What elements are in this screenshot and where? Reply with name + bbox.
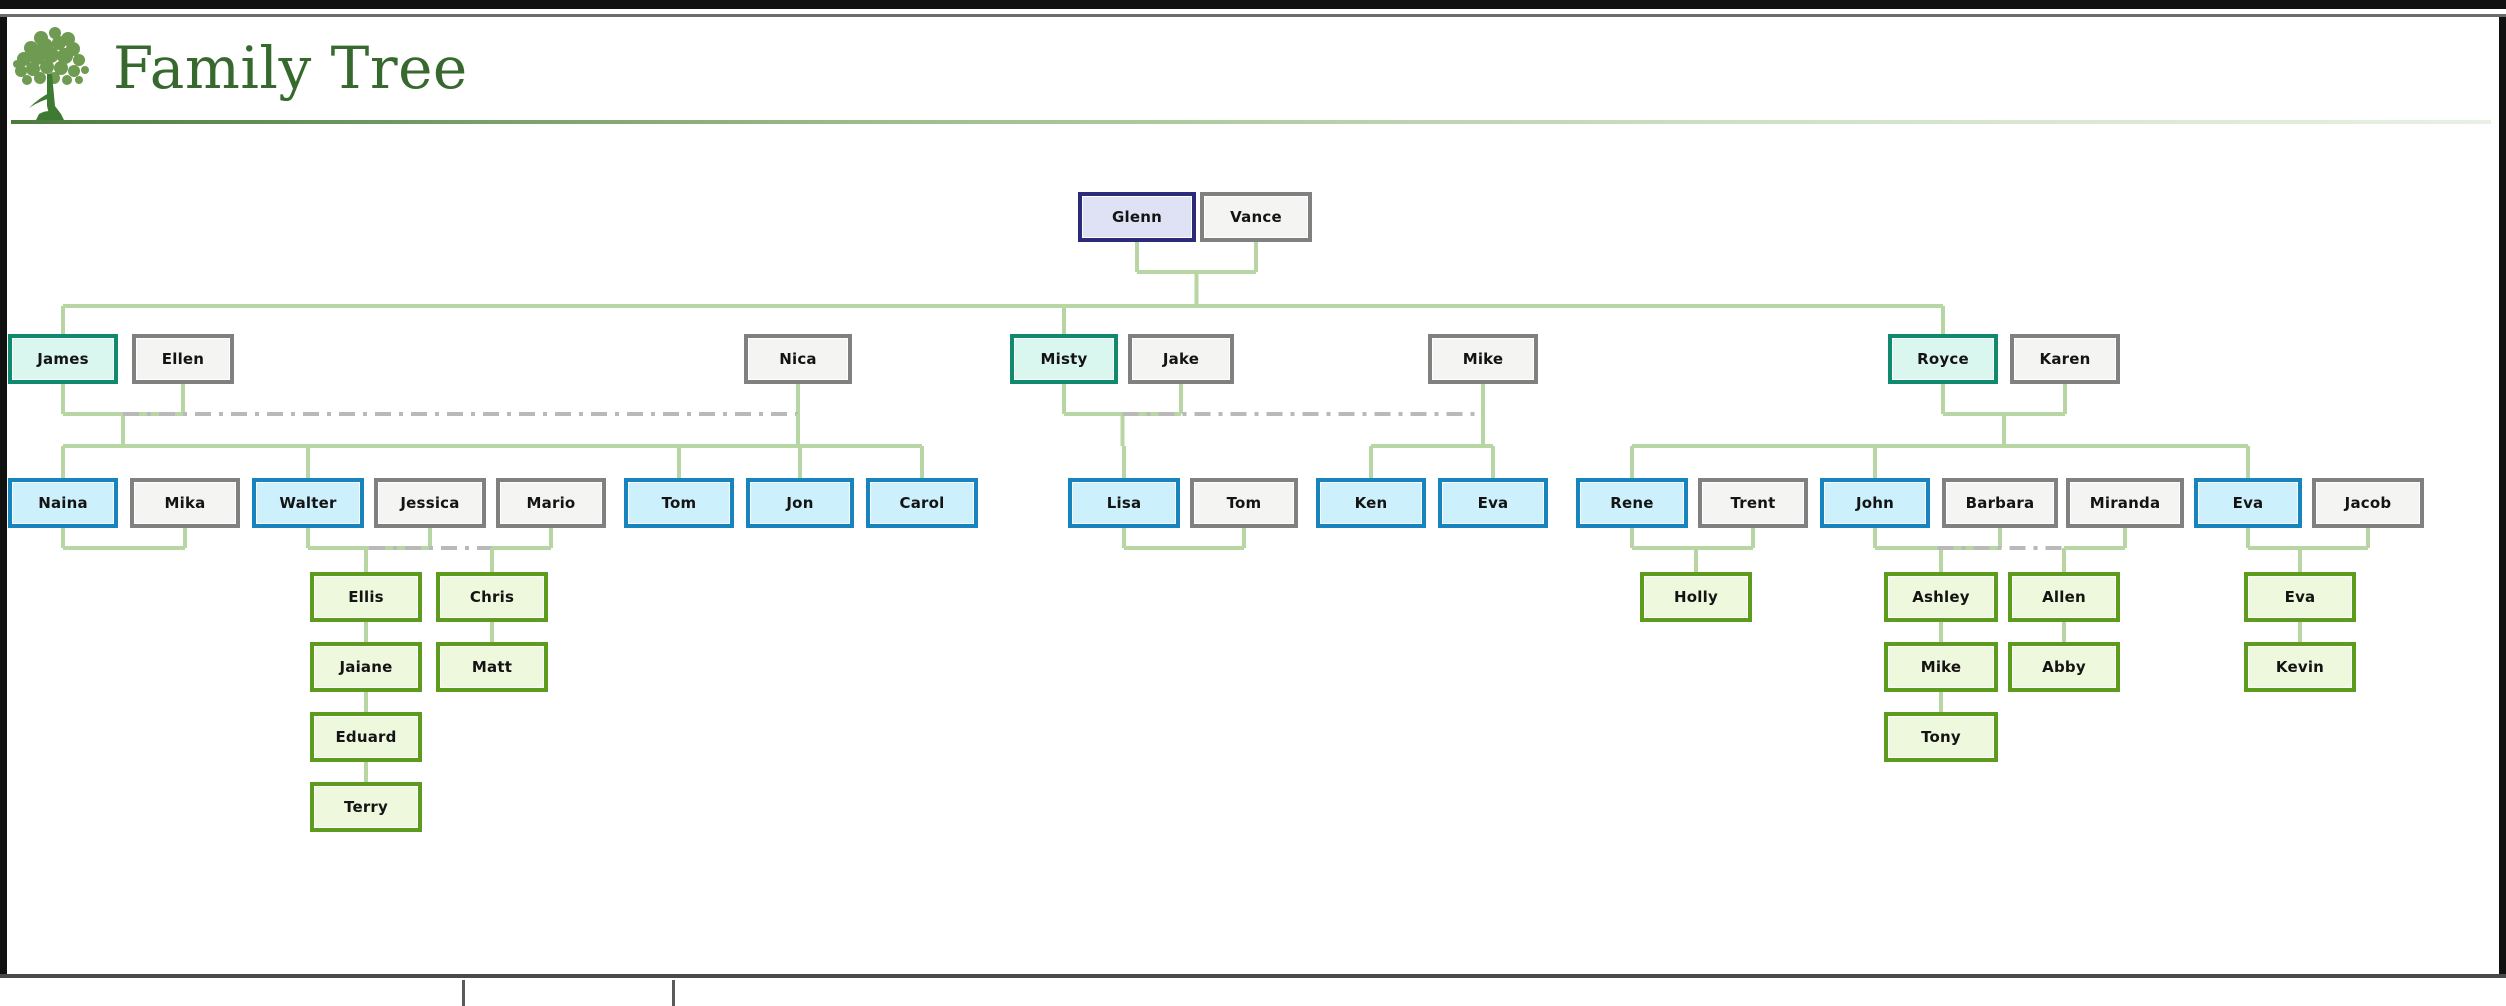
person-node-john[interactable]: John [1820,478,1930,528]
person-name-label: Lisa [1107,494,1142,512]
person-node-terry[interactable]: Terry [310,782,422,832]
person-name-label: Mario [527,494,576,512]
person-node-tom1[interactable]: Tom [624,478,734,528]
person-name-label: Glenn [1112,208,1162,226]
person-name-label: Ellen [162,350,204,368]
person-name-label: Eva [2285,588,2316,606]
person-name-label: Tony [1921,728,1961,746]
person-node-jaiane[interactable]: Jaiane [310,642,422,692]
person-node-chris[interactable]: Chris [436,572,548,622]
person-node-jon[interactable]: Jon [746,478,854,528]
person-node-matt[interactable]: Matt [436,642,548,692]
person-node-abby[interactable]: Abby [2008,642,2120,692]
person-node-ellen[interactable]: Ellen [132,334,234,384]
person-name-label: Karen [2040,350,2091,368]
person-node-eduard[interactable]: Eduard [310,712,422,762]
person-node-walter[interactable]: Walter [252,478,364,528]
person-name-label: Kevin [2276,658,2324,676]
person-node-trent[interactable]: Trent [1698,478,1808,528]
person-node-nica[interactable]: Nica [744,334,852,384]
person-node-mika[interactable]: Mika [130,478,240,528]
person-node-tony[interactable]: Tony [1884,712,1998,762]
person-name-label: Naina [38,494,88,512]
person-name-label: Vance [1230,208,1282,226]
person-name-label: Jaiane [339,658,392,676]
person-name-label: Allen [2042,588,2086,606]
window-frame-bottom [0,984,2506,1006]
person-name-label: Carol [900,494,945,512]
person-node-ashley[interactable]: Ashley [1884,572,1998,622]
person-name-label: Walter [279,494,336,512]
person-node-ellis[interactable]: Ellis [310,572,422,622]
frame-tick-left [462,980,465,1006]
person-name-label: Rene [1610,494,1653,512]
person-name-label: Jon [786,494,813,512]
person-node-miranda[interactable]: Miranda [2066,478,2184,528]
person-name-label: Ashley [1912,588,1970,606]
person-name-label: James [37,350,88,368]
family-tree-page: Family Tree GlennVanceJamesEllenNicaMist… [0,0,2506,1006]
person-name-label: Terry [344,798,388,816]
person-name-label: Chris [470,588,514,606]
person-node-carol[interactable]: Carol [866,478,978,528]
person-name-label: Mike [1463,350,1504,368]
person-node-james[interactable]: James [8,334,118,384]
person-name-label: Misty [1041,350,1088,368]
person-name-label: Tom [662,494,697,512]
person-node-tom2[interactable]: Tom [1190,478,1298,528]
person-node-ken[interactable]: Ken [1316,478,1426,528]
person-name-label: Jessica [400,494,459,512]
person-name-label: John [1856,494,1894,512]
person-node-misty[interactable]: Misty [1010,334,1118,384]
frame-tick-right [672,980,675,1006]
person-node-vance[interactable]: Vance [1200,192,1312,242]
person-name-label: Barbara [1966,494,2035,512]
person-name-label: Matt [472,658,512,676]
person-node-mike2[interactable]: Mike [1428,334,1538,384]
person-name-label: Holly [1674,588,1718,606]
person-name-label: Nica [779,350,817,368]
person-name-label: Mika [165,494,206,512]
person-node-jessica[interactable]: Jessica [374,478,486,528]
person-node-royce[interactable]: Royce [1888,334,1998,384]
person-node-glenn[interactable]: Glenn [1078,192,1196,242]
person-node-eva3[interactable]: Eva [2244,572,2356,622]
person-name-label: Ken [1355,494,1388,512]
person-name-label: Abby [2042,658,2086,676]
person-name-label: Mike [1921,658,1962,676]
person-name-label: Tom [1227,494,1262,512]
person-node-mario[interactable]: Mario [496,478,606,528]
person-name-label: Eva [1478,494,1509,512]
person-node-jake[interactable]: Jake [1128,334,1234,384]
person-name-label: Jacob [2345,494,2392,512]
person-node-rene[interactable]: Rene [1576,478,1688,528]
window-frame-bottom-rule [0,974,2506,978]
person-node-karen[interactable]: Karen [2010,334,2120,384]
person-name-label: Trent [1730,494,1775,512]
person-name-label: Miranda [2090,494,2161,512]
person-name-label: Eduard [335,728,396,746]
tree-canvas: Glenn Vance James Ellen Nica Misty Jake Mike Roy… [0,0,2506,1006]
person-node-lisa[interactable]: Lisa [1068,478,1180,528]
person-node-barbara[interactable]: Barbara [1942,478,2058,528]
person-name-label: Jake [1163,350,1199,368]
person-node-holly[interactable]: Holly [1640,572,1752,622]
person-node-eva1[interactable]: Eva [1438,478,1548,528]
person-node-allen[interactable]: Allen [2008,572,2120,622]
person-node-kevin[interactable]: Kevin [2244,642,2356,692]
person-node-mike3[interactable]: Mike [1884,642,1998,692]
person-name-label: Ellis [348,588,384,606]
person-node-eva2[interactable]: Eva [2194,478,2302,528]
person-node-naina[interactable]: Naina [8,478,118,528]
person-name-label: Royce [1917,350,1969,368]
person-node-jacob[interactable]: Jacob [2312,478,2424,528]
person-name-label: Eva [2233,494,2264,512]
